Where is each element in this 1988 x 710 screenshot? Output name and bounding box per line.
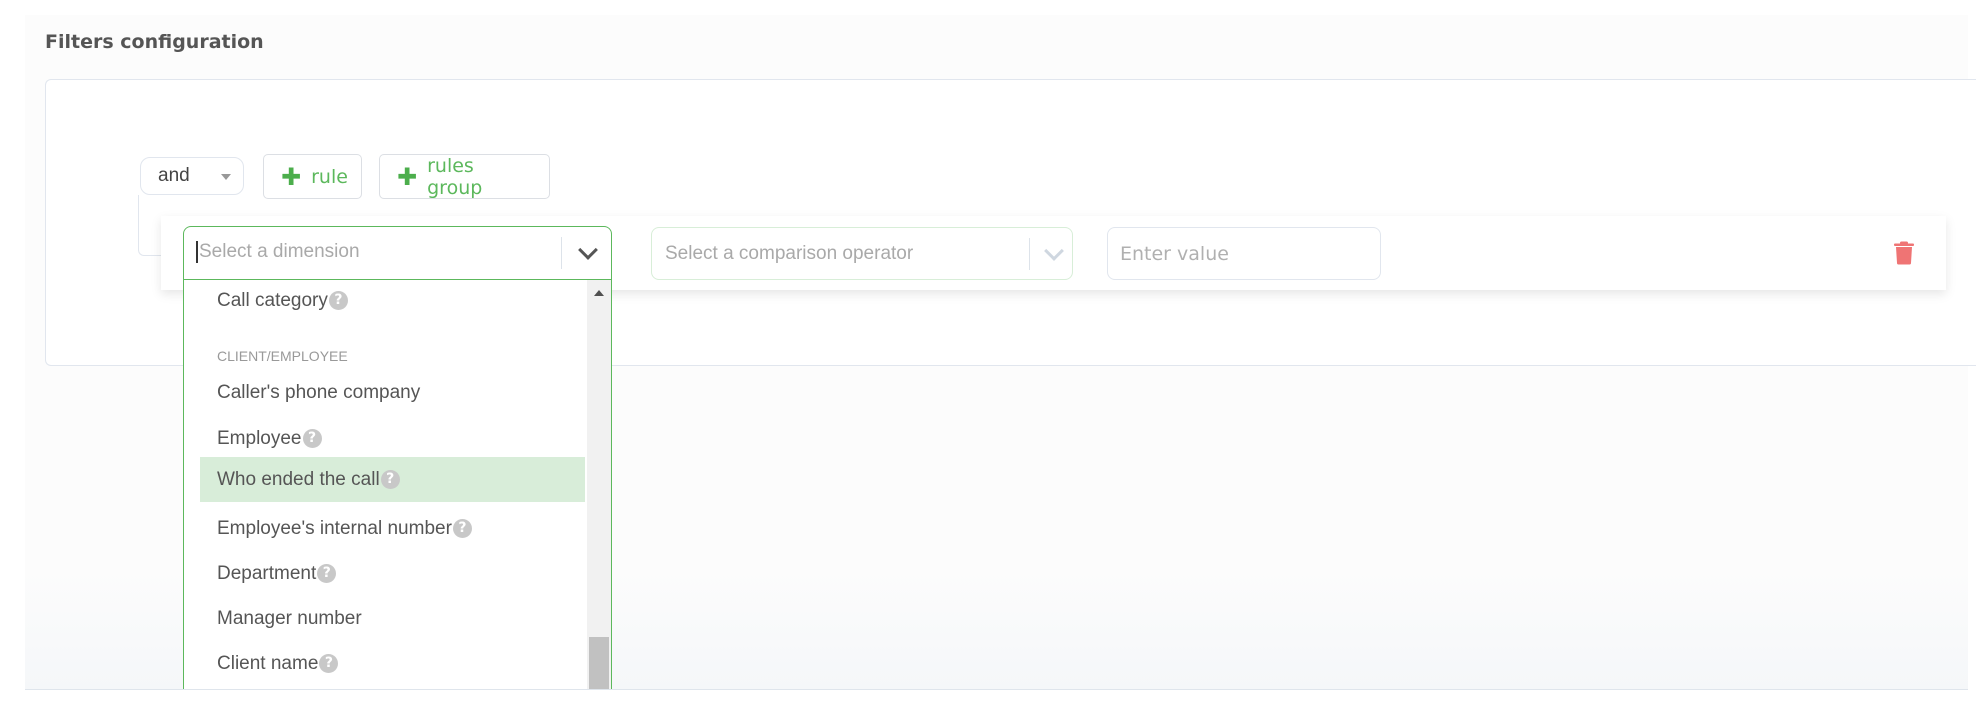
scroll-up-arrow-icon[interactable] <box>594 290 604 296</box>
option-label: Department <box>217 562 317 584</box>
dropdown-group-header: CLIENT/EMPLOYEE <box>217 348 348 364</box>
scrollbar-thumb[interactable] <box>589 637 609 689</box>
value-input[interactable] <box>1107 227 1381 280</box>
logic-operator-value: and <box>158 165 190 186</box>
option-label: Employee's internal number <box>217 517 452 539</box>
help-icon[interactable]: ? <box>302 429 322 448</box>
trash-icon[interactable] <box>1893 241 1915 265</box>
dropdown-option[interactable]: Department? <box>200 551 585 596</box>
plus-icon: ✚ <box>281 162 302 191</box>
option-label: Client name <box>217 652 319 674</box>
option-label: Call category <box>217 289 328 311</box>
chevron-down-icon[interactable] <box>1044 241 1064 261</box>
add-rule-label: rule <box>311 165 348 188</box>
option-label: Employee <box>217 427 302 449</box>
dropdown-option[interactable]: Call category? <box>200 280 585 323</box>
select-divider <box>1029 238 1030 270</box>
dropdown-option[interactable]: Manager number <box>200 596 585 641</box>
option-label: Manager number <box>217 607 362 629</box>
add-rules-group-button[interactable]: ✚ rules group <box>379 154 550 199</box>
logic-operator-select[interactable]: and <box>140 157 244 195</box>
plus-icon: ✚ <box>397 162 418 191</box>
dropdown-option[interactable]: Client name? <box>200 641 585 686</box>
help-icon[interactable]: ? <box>317 564 337 583</box>
page-title: Filters configuration <box>45 31 264 53</box>
dropdown-option[interactable]: Employee? <box>200 416 585 461</box>
dropdown-scrollbar[interactable] <box>587 280 611 689</box>
dimension-select[interactable]: Select a dimension <box>183 226 612 280</box>
dropdown-option-highlighted[interactable]: Who ended the call? <box>200 457 585 502</box>
help-icon[interactable]: ? <box>452 519 472 538</box>
chevron-down-icon[interactable] <box>578 240 598 260</box>
add-rule-button[interactable]: ✚ rule <box>263 154 362 199</box>
help-icon[interactable]: ? <box>380 470 400 489</box>
add-rules-group-label: rules group <box>427 154 483 199</box>
help-icon[interactable]: ? <box>319 654 339 673</box>
dimension-options-list: Call category? CLIENT/EMPLOYEE Caller's … <box>184 280 585 689</box>
comparison-operator-select[interactable]: Select a comparison operator <box>651 227 1073 280</box>
option-label: Who ended the call <box>217 468 380 490</box>
operator-placeholder: Select a comparison operator <box>665 243 914 264</box>
caret-down-icon <box>221 174 231 180</box>
dropdown-option[interactable]: Caller's phone company <box>200 370 585 415</box>
select-divider <box>561 237 562 269</box>
dimension-dropdown[interactable]: Call category? CLIENT/EMPLOYEE Caller's … <box>183 279 612 689</box>
dropdown-option[interactable]: Employee's internal number? <box>200 506 585 551</box>
help-icon[interactable]: ? <box>328 291 348 310</box>
option-label: Caller's phone company <box>217 381 421 403</box>
dimension-search-input[interactable]: Select a dimension <box>196 241 360 263</box>
